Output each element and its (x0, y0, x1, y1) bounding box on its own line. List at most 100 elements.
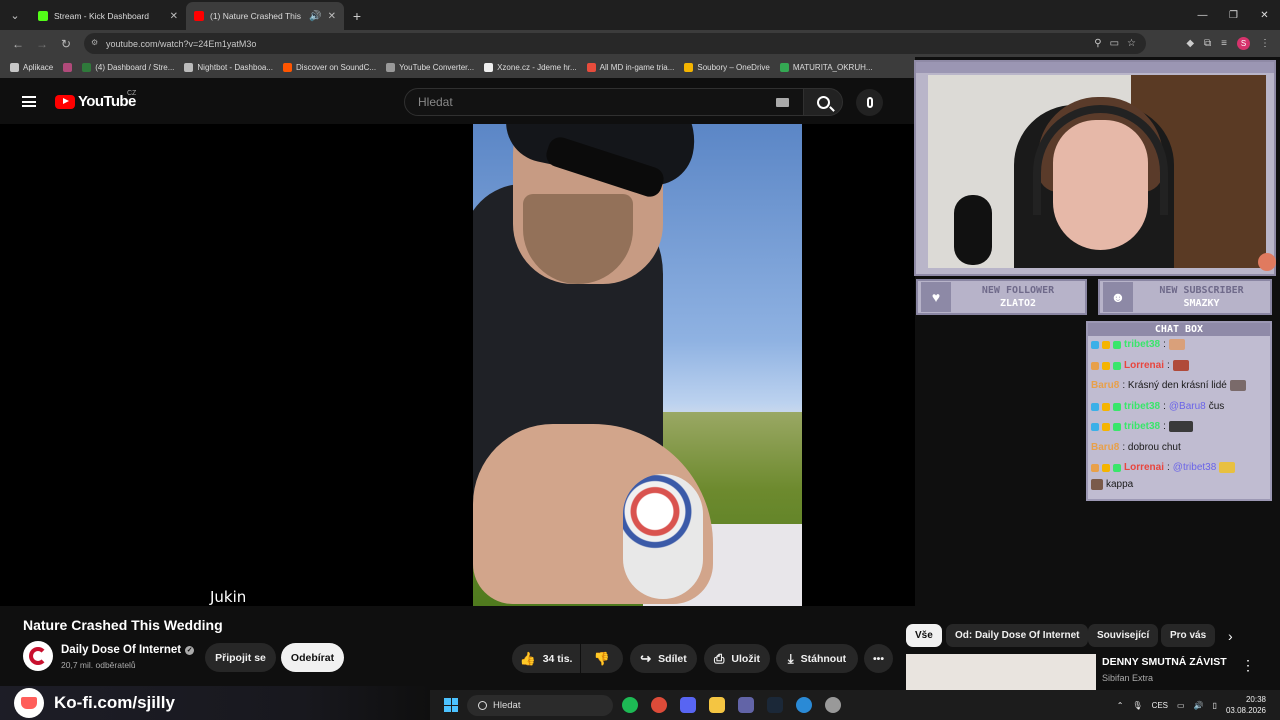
battery-icon[interactable]: ▯ (1213, 701, 1217, 710)
country-code: CZ (127, 90, 137, 97)
address-bar[interactable]: ⚙ youtube.com/watch?v=24Em1yatM3o ⚲ ▭ ☆ (84, 33, 1146, 54)
bookmark-item[interactable]: YouTube Converter... (386, 63, 474, 72)
chip-all[interactable]: Vše (906, 624, 942, 647)
clock-date: 03.08.2026 (1225, 706, 1266, 715)
chevron-right-icon[interactable]: › (1228, 628, 1233, 644)
subscribe-button[interactable]: Odebírat (281, 643, 344, 672)
recommended-menu-icon[interactable]: ⋮ (1241, 657, 1255, 674)
bookmark-item[interactable]: Soubory – OneDrive (684, 63, 770, 72)
bookmarks-bar: Aplikace (4) Dashboard / Stre... Nightbo… (0, 57, 915, 78)
menu-icon[interactable] (22, 96, 36, 107)
forward-icon[interactable]: → (30, 30, 54, 57)
chat-mention: @Baru8 (1168, 401, 1206, 412)
chip-channel[interactable]: Od: Daily Dose Of Internet (946, 624, 1089, 647)
teams-icon[interactable] (738, 697, 754, 713)
menu-dots-icon[interactable]: ⋮ (1260, 38, 1270, 49)
taskbar-search[interactable]: Hledat (467, 695, 613, 716)
new-tab-button[interactable]: + (344, 2, 370, 30)
browser-tab-youtube[interactable]: (1) Nature Crashed This We 🔊 ✕ (186, 2, 344, 30)
video-player[interactable]: Jukin (0, 124, 915, 606)
mic-tray-icon[interactable]: 🎙 (1132, 701, 1142, 710)
discord-icon[interactable] (680, 697, 696, 713)
badge-icon (1113, 361, 1121, 370)
bookmark-item[interactable]: (4) Dashboard / Stre... (82, 63, 174, 72)
bookmark-label: Discover on SoundC... (296, 63, 377, 72)
windows-start-icon[interactable] (444, 698, 458, 712)
window-controls: — ❐ ✕ (1187, 0, 1280, 30)
bookmark-item[interactable] (63, 63, 73, 72)
site-info-icon[interactable]: ⚙ (91, 38, 101, 48)
bookmark-item[interactable]: Xzone.cz - Jdeme hr... (484, 63, 577, 72)
obs-icon[interactable] (825, 697, 841, 713)
share-button[interactable]: ↪ Sdílet (630, 644, 697, 673)
zoom-icon[interactable]: ⚲ (1094, 38, 1101, 49)
browser-tab-kick[interactable]: Stream - Kick Dashboard ✕ (30, 2, 186, 30)
close-tab-icon[interactable]: ✕ (170, 11, 178, 22)
bookmark-item[interactable]: Nightbot - Dashboa... (184, 63, 273, 72)
minimize-icon[interactable]: — (1187, 0, 1218, 30)
maximize-icon[interactable]: ❐ (1218, 0, 1249, 30)
heart-decoration (1258, 253, 1276, 271)
channel-logo-icon (29, 647, 47, 665)
youtube-logo[interactable]: YouTube (55, 93, 136, 110)
chat-title: CHAT BOX (1088, 323, 1270, 336)
more-actions-button[interactable]: ••• (864, 644, 893, 673)
tab-search-icon[interactable]: ⌄ (0, 0, 30, 30)
extension-icon[interactable]: ◆ (1186, 38, 1194, 49)
back-icon[interactable]: ← (6, 30, 30, 57)
reload-icon[interactable]: ↻ (54, 30, 78, 57)
spotify-icon[interactable] (622, 697, 638, 713)
subscribe-label: Odebírat (290, 651, 335, 664)
channel-name[interactable]: Daily Dose Of Internet ✓ (61, 644, 195, 656)
join-button[interactable]: Připojit se (205, 643, 276, 672)
voice-search-button[interactable] (856, 89, 883, 116)
like-button[interactable]: 👍 34 tis. (512, 644, 580, 673)
new-subscriber-alert: ☻ NEW SUBSCRIBER SMAZKY (1098, 279, 1272, 315)
media-icon[interactable]: ≡ (1221, 38, 1227, 49)
bookmark-star-icon[interactable]: ☆ (1127, 38, 1136, 49)
bookmark-item[interactable]: Aplikace (10, 63, 53, 72)
app-icon[interactable] (796, 697, 812, 713)
emote-icon (1091, 479, 1103, 490)
speaker-icon[interactable]: 🔊 (309, 11, 321, 22)
xzone-icon (484, 63, 494, 72)
webcam-feed (928, 75, 1266, 268)
keyboard-icon[interactable] (776, 98, 789, 107)
save-button[interactable]: ⎙ Uložit (704, 644, 770, 673)
search-icon (816, 95, 830, 109)
cast-icon[interactable]: ▭ (1110, 38, 1119, 49)
bookmark-item[interactable]: MATURITA_OKRUH... (779, 63, 873, 72)
alert-name: SMAZKY (1183, 298, 1220, 309)
volume-icon[interactable]: 🔊 (1194, 701, 1204, 710)
network-icon[interactable]: ▭ (1177, 701, 1185, 710)
close-window-icon[interactable]: ✕ (1249, 0, 1280, 30)
grid-icon (63, 63, 73, 72)
language-indicator[interactable]: CES (1152, 701, 1168, 710)
chip-for-you[interactable]: Pro vás (1161, 624, 1216, 647)
badge-icon (1102, 422, 1110, 431)
kick-icon (82, 63, 92, 72)
bookmark-label: Nightbot - Dashboa... (197, 63, 274, 72)
puzzle-icon[interactable]: ⧉ (1204, 38, 1211, 49)
clock[interactable]: 20:38 03.08.2026 (1226, 694, 1266, 716)
recommended-title[interactable]: DENNY SMUTNÁ ZÁVIST (1102, 656, 1227, 668)
badge-icon (1091, 340, 1099, 349)
file-explorer-icon[interactable] (709, 697, 725, 713)
chrome-icon[interactable] (651, 697, 667, 713)
dislike-button[interactable]: 👎 (581, 644, 623, 673)
tray-chevron-icon[interactable]: ⌃ (1117, 701, 1124, 710)
steam-icon[interactable] (767, 697, 783, 713)
chip-related[interactable]: Související (1088, 624, 1159, 647)
download-button[interactable]: ⤓ Stáhnout (776, 644, 858, 673)
chat-message: Baru8: Krásný den krásní lidé (1091, 380, 1246, 391)
taskbar-search-placeholder: Hledat (493, 700, 521, 711)
figurine (954, 195, 992, 265)
profile-avatar[interactable]: S (1237, 37, 1250, 50)
bookmark-item[interactable]: Discover on SoundC... (283, 63, 376, 72)
channel-avatar[interactable] (23, 641, 53, 671)
close-tab-icon[interactable]: ✕ (328, 11, 336, 22)
recommended-thumbnail[interactable] (906, 654, 1096, 690)
search-button[interactable] (803, 88, 843, 116)
bookmark-item[interactable]: All MD in-game tria... (586, 63, 674, 72)
search-input[interactable]: Hledat (404, 88, 804, 116)
